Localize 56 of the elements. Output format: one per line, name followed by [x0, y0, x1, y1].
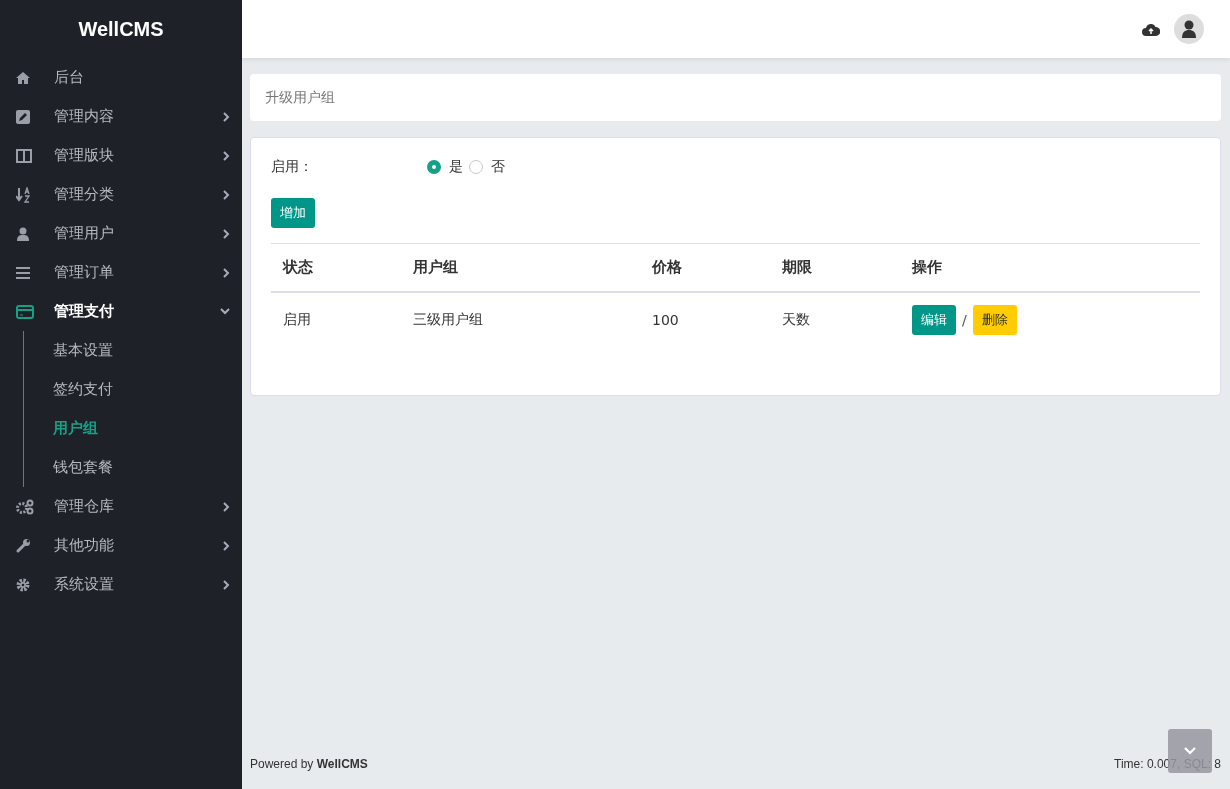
column-header: 用户组: [401, 243, 640, 292]
menu-icon: [16, 266, 30, 279]
avatar-icon[interactable]: [1174, 14, 1204, 44]
chevron-right-icon: [223, 228, 230, 239]
chevron-right-icon: [223, 150, 230, 161]
sidebar-item[interactable]: 管理版块: [0, 136, 242, 175]
sidebar-item[interactable]: 后台: [0, 58, 242, 97]
submenu-item[interactable]: 用户组: [24, 409, 242, 448]
cloud-upload-icon[interactable]: [1142, 22, 1160, 36]
columns-icon: [16, 148, 32, 163]
chevron-right-icon: [223, 189, 230, 200]
credit-card-icon: [16, 304, 34, 319]
column-header: 状态: [271, 243, 401, 292]
column-header: 价格: [640, 243, 770, 292]
chevron-right-icon: [223, 540, 230, 551]
radio-button[interactable]: [427, 160, 441, 174]
sidebar-item[interactable]: 系统设置: [0, 565, 242, 604]
edit-button[interactable]: 编辑: [912, 305, 956, 335]
chevron-right-icon: [223, 267, 230, 278]
submenu-item[interactable]: 钱包套餐: [24, 448, 242, 487]
submenu-item[interactable]: 基本设置: [24, 331, 242, 370]
page-title: 升级用户组: [265, 88, 335, 107]
add-button[interactable]: 增加: [271, 198, 315, 228]
sidebar-item[interactable]: 管理用户: [0, 214, 242, 253]
sidebar-item[interactable]: 管理分类: [0, 175, 242, 214]
user-icon: [16, 226, 30, 241]
sidebar-item[interactable]: 其他功能: [0, 526, 242, 565]
column-header: 期限: [770, 243, 900, 292]
column-header: 操作: [900, 243, 1200, 292]
chevron-down-icon: [1184, 747, 1196, 755]
powered-by-text: Powered by WellCMS: [250, 757, 368, 771]
home-icon: [16, 71, 30, 84]
submenu-item[interactable]: 签约支付: [24, 370, 242, 409]
brand-logo: WellCMS: [77, 17, 165, 42]
table-cell: 100: [640, 292, 770, 347]
chevron-right-icon: [223, 111, 230, 122]
separator-text: /: [962, 312, 967, 328]
chevron-right-icon: [223, 501, 230, 512]
settings-icon: [16, 577, 30, 592]
sidebar-item[interactable]: 管理内容: [0, 97, 242, 136]
chevron-down-icon: [220, 308, 230, 315]
gears-icon: [16, 498, 34, 515]
table-cell: 三级用户组: [401, 292, 640, 347]
pencil-icon: [16, 109, 30, 124]
sidebar-item[interactable]: 管理仓库: [0, 487, 242, 526]
table-cell: 启用: [271, 292, 401, 347]
chevron-right-icon: [223, 579, 230, 590]
sidebar-item[interactable]: 管理支付: [0, 292, 242, 331]
wrench-icon: [16, 538, 31, 553]
delete-button[interactable]: 删除: [972, 305, 1017, 335]
radio-option[interactable]: 是: [427, 158, 463, 176]
field-label: 启用：: [271, 158, 314, 176]
sort-icon: [16, 186, 32, 203]
table-cell: 天数: [770, 292, 900, 347]
sidebar-item[interactable]: 管理订单: [0, 253, 242, 292]
radio-option[interactable]: 否: [469, 158, 505, 176]
